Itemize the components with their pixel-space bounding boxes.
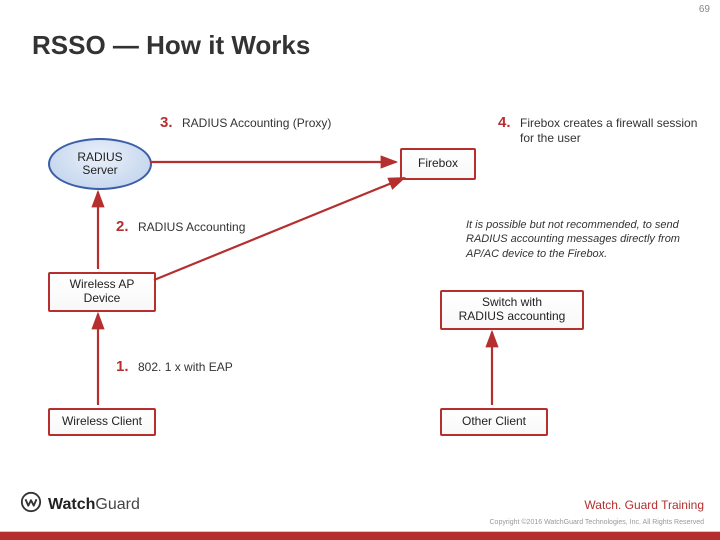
node-switch: Switch with RADIUS accounting	[440, 290, 584, 330]
watchguard-icon	[20, 491, 42, 518]
arrows-layer	[0, 0, 720, 540]
node-other-client-label: Other Client	[462, 415, 526, 429]
step3-number: 3.	[160, 114, 173, 131]
node-wireless-ap-label: Wireless AP Device	[70, 278, 135, 306]
step1-number: 1.	[116, 358, 129, 375]
page-number: 69	[699, 4, 710, 15]
copyright: Copyright ©2016 WatchGuard Technologies,…	[490, 519, 705, 526]
brand-text-light: Guard	[95, 496, 139, 513]
node-firebox: Firebox	[400, 148, 476, 180]
step1-text: 802. 1 x with EAP	[138, 360, 338, 375]
step3-text: RADIUS Accounting (Proxy)	[182, 116, 402, 131]
step2-number: 2.	[116, 218, 129, 235]
brand-text: WatchGuard	[48, 496, 140, 514]
step4-text: Firebox creates a firewall session for t…	[520, 116, 700, 146]
footer-accent-bar	[0, 532, 720, 540]
slide-title: RSSO — How it Works	[32, 30, 310, 61]
training-label: Watch. Guard Training	[584, 498, 704, 512]
node-wireless-ap: Wireless AP Device	[48, 272, 156, 312]
node-other-client: Other Client	[440, 408, 548, 436]
brand-logo: WatchGuard	[20, 491, 140, 518]
step4-number: 4.	[498, 114, 511, 131]
step2-text: RADIUS Accounting	[138, 220, 338, 235]
node-radius-server: RADIUS Server	[48, 138, 152, 190]
node-radius-server-label: RADIUS Server	[77, 151, 122, 177]
brand-text-bold: Watch	[48, 496, 95, 513]
node-wireless-client: Wireless Client	[48, 408, 156, 436]
node-firebox-label: Firebox	[418, 157, 458, 171]
node-wireless-client-label: Wireless Client	[62, 415, 142, 429]
node-switch-label: Switch with RADIUS accounting	[459, 296, 566, 324]
note-text: It is possible but not recommended, to s…	[466, 218, 686, 261]
